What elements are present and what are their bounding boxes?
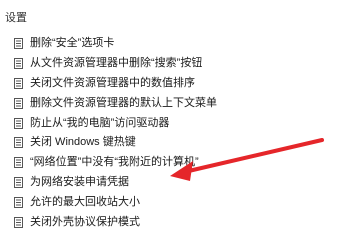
policy-setting-icon <box>14 196 23 208</box>
list-item-label: 关闭文件资源管理器中的数值排序 <box>30 76 195 89</box>
list-item-label: 删除“安全”选项卡 <box>30 37 115 50</box>
list-item-windows-hotkeys[interactable]: 关闭 Windows 键热键 <box>14 133 344 153</box>
policy-setting-icon <box>14 77 23 89</box>
list-item-label: 关闭外壳协议保护模式 <box>30 215 140 228</box>
list-item[interactable]: 关闭外壳协议保护模式 <box>14 212 344 232</box>
list-item-label: 防止从“我的电脑”访问驱动器 <box>30 116 170 129</box>
list-item-label: 为网络安装申请凭据 <box>30 175 129 188</box>
settings-header: 设置 <box>5 12 27 24</box>
policy-setting-icon <box>14 216 23 228</box>
list-item[interactable]: 防止从“我的电脑”访问驱动器 <box>14 113 344 133</box>
list-item[interactable]: 允许的最大回收站大小 <box>14 192 344 212</box>
policy-setting-icon <box>14 117 23 129</box>
policy-setting-icon <box>14 176 23 188</box>
policy-setting-icon <box>14 157 23 169</box>
policy-setting-icon <box>14 137 23 149</box>
list-item-label: 从文件资源管理器中删除“搜索”按钮 <box>30 57 203 70</box>
list-item-label: “网络位置”中没有“我附近的计算机” <box>30 156 199 169</box>
settings-list: 删除“安全”选项卡 从文件资源管理器中删除“搜索”按钮 关闭文件资源管理器中的数… <box>14 34 344 232</box>
list-item[interactable]: 删除“安全”选项卡 <box>14 34 344 54</box>
list-item[interactable]: 从文件资源管理器中删除“搜索”按钮 <box>14 54 344 74</box>
list-item[interactable]: 删除文件资源管理器的默认上下文菜单 <box>14 93 344 113</box>
policy-setting-icon <box>14 58 23 70</box>
list-item[interactable]: 关闭文件资源管理器中的数值排序 <box>14 74 344 94</box>
list-item-label: 关闭 Windows 键热键 <box>30 136 136 149</box>
policy-setting-icon <box>14 97 23 109</box>
list-item-label: 允许的最大回收站大小 <box>30 195 140 208</box>
policy-setting-icon <box>14 38 23 50</box>
list-item[interactable]: “网络位置”中没有“我附近的计算机” <box>14 153 344 173</box>
list-item[interactable]: 为网络安装申请凭据 <box>14 173 344 193</box>
list-item-label: 删除文件资源管理器的默认上下文菜单 <box>30 96 217 109</box>
